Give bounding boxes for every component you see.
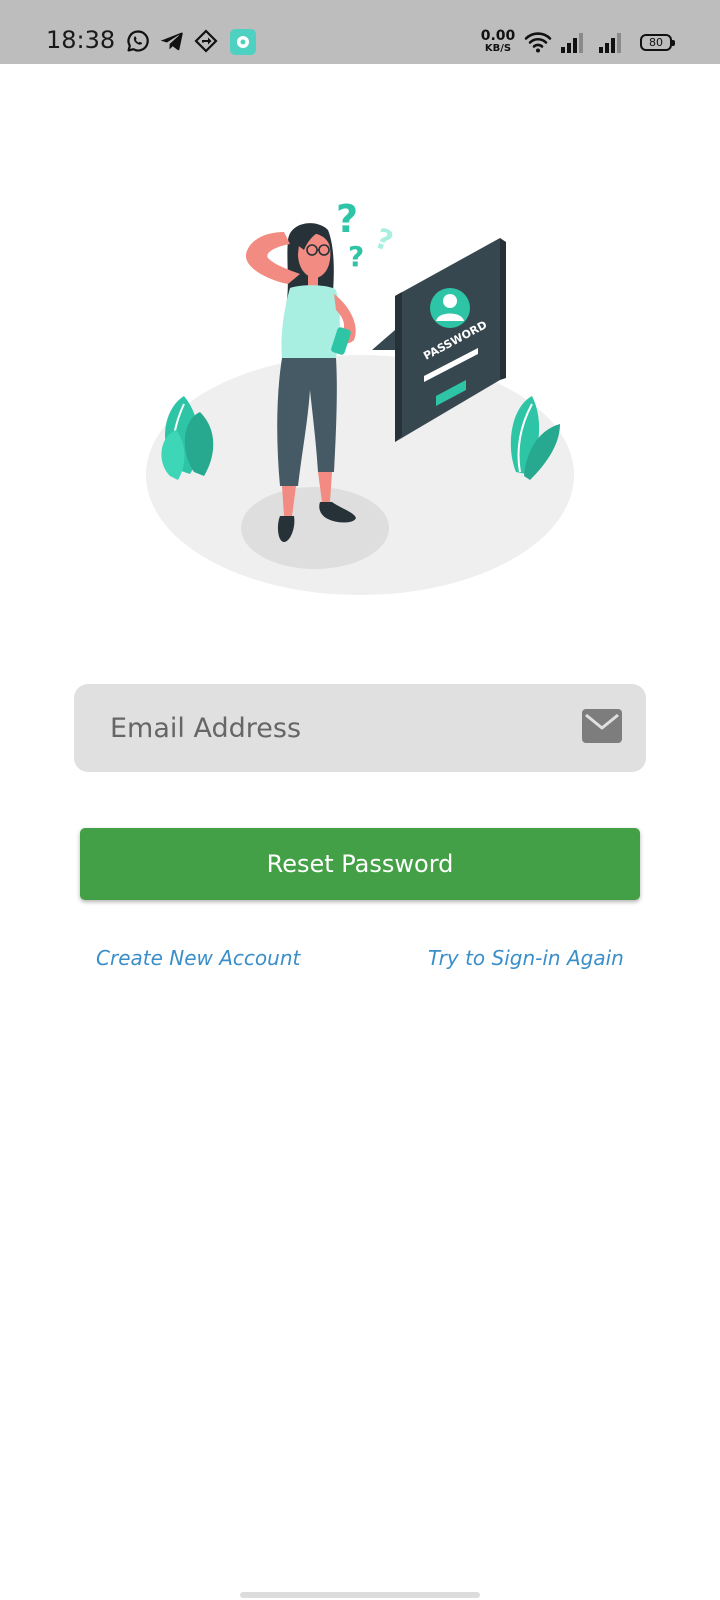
- signal-icon: [599, 33, 621, 53]
- try-sign-in-again-link[interactable]: Try to Sign-in Again: [428, 946, 624, 970]
- question-mark-icon: ?: [336, 197, 358, 241]
- navigation-app-icon: [194, 29, 218, 53]
- reset-password-button[interactable]: Reset Password: [80, 828, 640, 900]
- home-indicator[interactable]: [240, 1592, 480, 1598]
- question-mark-icon: ?: [371, 222, 398, 259]
- status-time: 18:38: [46, 26, 116, 54]
- email-field[interactable]: [74, 684, 646, 772]
- network-speed-unit: KB/S: [484, 43, 512, 54]
- create-new-account-link[interactable]: Create New Account: [96, 946, 300, 970]
- question-mark-icon: ?: [348, 240, 364, 273]
- battery-indicator: 80: [640, 34, 675, 51]
- email-input[interactable]: [110, 684, 550, 772]
- network-speed-value: 0.00: [480, 28, 516, 44]
- network-speed: 0.00 KB/S: [480, 29, 516, 54]
- forgot-password-illustration: PASSWORD ? ? ?: [146, 197, 574, 595]
- telegram-icon: [161, 32, 183, 51]
- person-shadow: [241, 487, 389, 569]
- whatsapp-icon: [127, 30, 149, 52]
- status-bar: 18:38 0.00 KB/S 80: [0, 0, 720, 64]
- mail-icon: [582, 709, 622, 743]
- signal-icon: [561, 33, 583, 53]
- wifi-icon: [524, 32, 552, 53]
- app-notification-icon: [230, 29, 256, 55]
